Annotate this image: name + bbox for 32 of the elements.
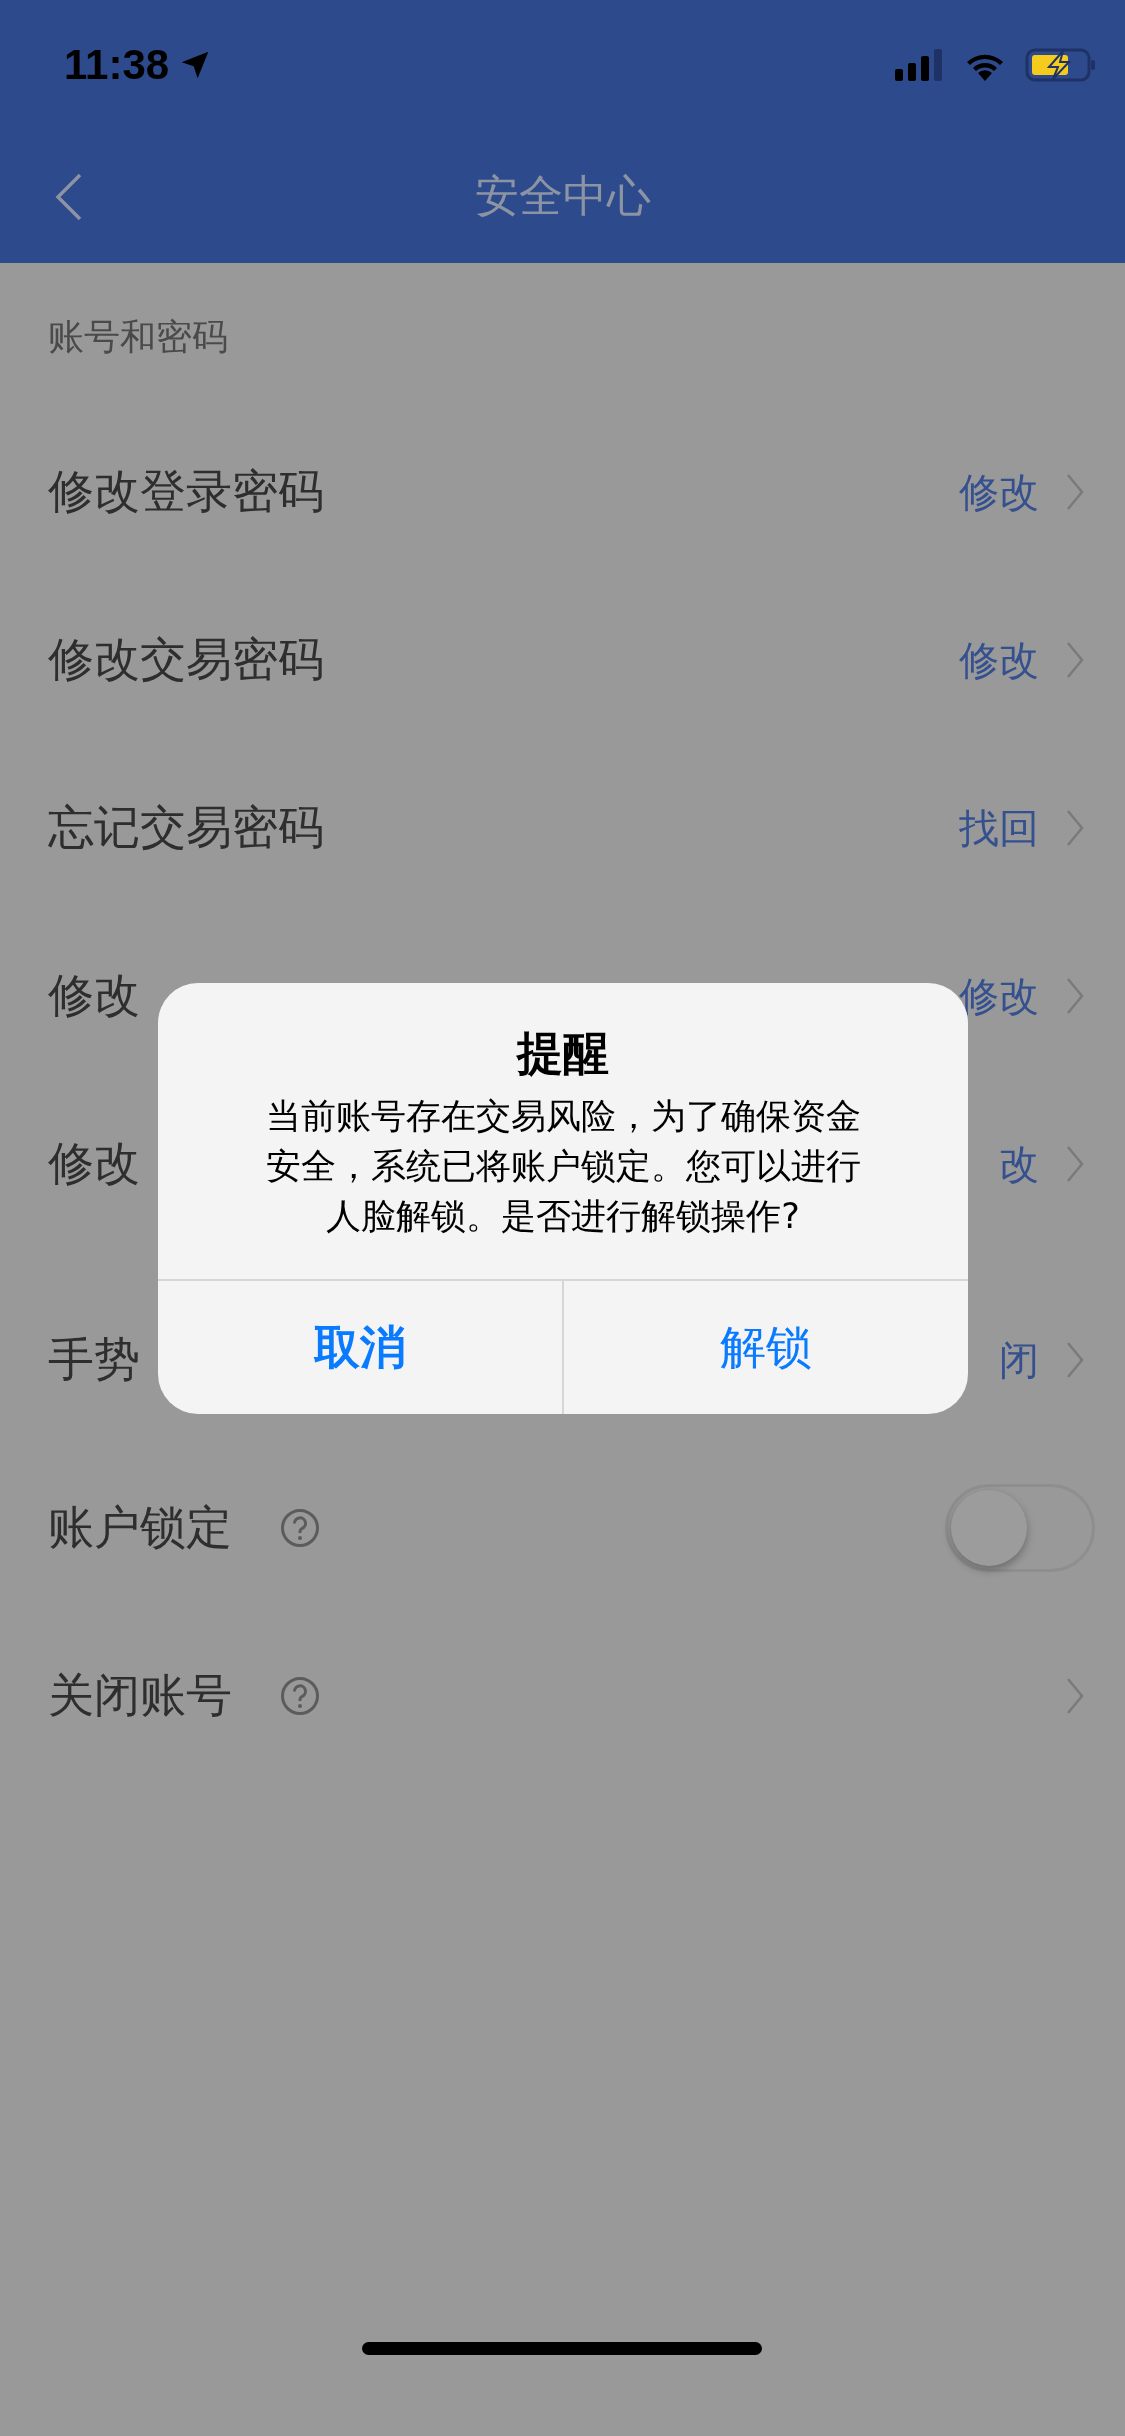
back-chevron-icon[interactable] — [54, 171, 84, 222]
page-title: 安全中心 — [474, 169, 651, 223]
chevron-right-icon[interactable] — [1065, 640, 1085, 680]
row-label: 账户锁定 — [48, 1499, 232, 1556]
status-time: 11:38 — [64, 41, 170, 89]
row-label: 修改交易密码 — [48, 631, 324, 688]
chevron-right-icon[interactable] — [1065, 976, 1085, 1016]
dialog-button[interactable]: 取消 — [158, 1281, 562, 1414]
row-action-link[interactable]: 修改 — [959, 464, 1039, 520]
row-label: 修改 — [48, 967, 140, 1024]
chevron-right-icon[interactable] — [1065, 808, 1085, 848]
row-action-link[interactable]: 找回 — [959, 800, 1039, 856]
section-header: 账号和密码 — [47, 315, 229, 359]
row-label: 修改登录密码 — [48, 463, 324, 520]
help-icon[interactable] — [280, 1508, 320, 1548]
row-label: 忘记交易密码 — [48, 799, 324, 856]
dialog-button[interactable]: 解锁 — [562, 1281, 968, 1414]
row-action-link[interactable]: 修改 — [959, 632, 1039, 688]
chevron-right-icon[interactable] — [1065, 1676, 1085, 1716]
row-action-link[interactable]: 改 — [999, 1136, 1039, 1192]
row-label: 手势 — [48, 1331, 140, 1388]
help-icon[interactable] — [280, 1676, 320, 1716]
row-action-link[interactable]: 闭 — [999, 1332, 1039, 1388]
chevron-right-icon[interactable] — [1065, 1340, 1085, 1380]
chevron-right-icon[interactable] — [1065, 1144, 1085, 1184]
battery-charging-icon — [1025, 48, 1097, 82]
dialog-title: 提醒 — [515, 1025, 610, 1082]
row-label: 关闭账号 — [48, 1667, 232, 1724]
signal-icon — [895, 49, 945, 81]
dialog-message: 当前账号存在交易风险，为了确保资金安全，系统已将账户锁定。您可以进行人脸解锁。是否进行解锁操作? — [264, 1095, 862, 1238]
chevron-right-icon[interactable] — [1065, 472, 1085, 512]
row-label: 修改 — [48, 1135, 140, 1192]
